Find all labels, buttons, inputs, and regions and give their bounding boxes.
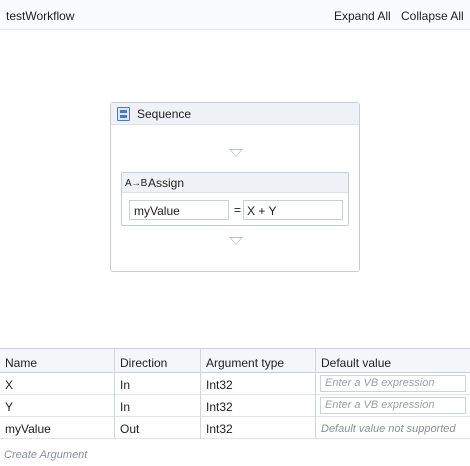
assign-operator: =: [234, 203, 242, 217]
workflow-title: testWorkflow: [6, 9, 75, 23]
sequence-label: Sequence: [137, 107, 192, 121]
sequence-activity[interactable]: Sequence A→B Assign myValue = X + Y: [110, 102, 360, 272]
designer-header: testWorkflow Expand All Collapse All: [0, 0, 470, 30]
argument-name-cell[interactable]: X: [0, 373, 115, 395]
assign-value-field[interactable]: X + Y: [243, 200, 343, 220]
argument-name-cell[interactable]: Y: [0, 395, 115, 417]
argument-direction-cell[interactable]: Out: [115, 417, 201, 439]
expand-all-link[interactable]: Expand All: [334, 9, 391, 23]
assign-to-field[interactable]: myValue: [129, 200, 229, 220]
assign-icon: A→B: [125, 178, 147, 189]
assign-activity[interactable]: A→B Assign myValue = X + Y: [121, 172, 349, 226]
drop-target-arrow-icon[interactable]: [229, 149, 243, 157]
argument-default-cell: Enter a VB expression: [316, 373, 470, 395]
argument-direction-cell[interactable]: In: [115, 373, 201, 395]
default-value-input[interactable]: Enter a VB expression: [320, 375, 466, 392]
arguments-header-row: Name Direction Argument type Default val…: [0, 349, 470, 373]
arguments-panel: Name Direction Argument type Default val…: [0, 348, 470, 466]
assign-label: Assign: [148, 176, 185, 190]
sequence-icon: [117, 107, 130, 121]
assign-header[interactable]: A→B Assign: [122, 173, 348, 193]
column-header-direction[interactable]: Direction: [115, 349, 201, 373]
argument-type-cell[interactable]: Int32: [201, 417, 316, 439]
argument-default-cell: Default value not supported: [321, 423, 456, 435]
argument-name-cell[interactable]: myValue: [0, 417, 115, 439]
table-row[interactable]: Y In Int32 Enter a VB expression: [0, 395, 470, 417]
table-row[interactable]: myValue Out Int32 Default value not supp…: [0, 417, 470, 439]
column-header-default-value[interactable]: Default value: [316, 349, 470, 373]
workflow-canvas[interactable]: Sequence A→B Assign myValue = X + Y: [0, 30, 470, 348]
column-header-name[interactable]: Name: [0, 349, 115, 373]
argument-type-cell[interactable]: Int32: [201, 373, 316, 395]
create-argument-link[interactable]: Create Argument: [4, 449, 87, 461]
argument-default-cell: Enter a VB expression: [316, 395, 470, 417]
default-value-input[interactable]: Enter a VB expression: [320, 397, 466, 414]
table-row[interactable]: X In Int32 Enter a VB expression: [0, 373, 470, 395]
collapse-all-link[interactable]: Collapse All: [401, 9, 464, 23]
drop-target-arrow-icon[interactable]: [229, 237, 243, 245]
sequence-header[interactable]: Sequence: [111, 103, 359, 125]
argument-direction-cell[interactable]: In: [115, 395, 201, 417]
argument-type-cell[interactable]: Int32: [201, 395, 316, 417]
column-header-argument-type[interactable]: Argument type: [201, 349, 316, 373]
